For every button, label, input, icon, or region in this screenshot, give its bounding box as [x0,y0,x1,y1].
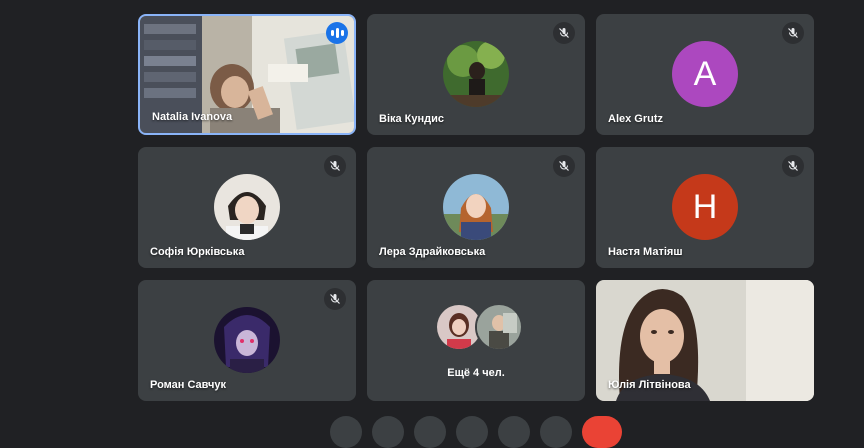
participant-name: Юлія Літвінова [608,379,691,391]
mic-off-icon [324,155,346,177]
participant-tile-lera[interactable]: Лера Здрайковська [367,147,585,268]
participant-tile-roman[interactable]: Роман Савчук [138,280,356,401]
participant-name: Софія Юрківська [150,246,245,258]
more-participants-label: Ещё 4 чел. [447,367,505,379]
mic-off-icon [553,22,575,44]
participant-tile-sofia[interactable]: Софія Юрківська [138,147,356,268]
participant-tile-nastia[interactable]: H Настя Матіяш [596,147,814,268]
more-participants-tile[interactable]: Ещё 4 чел. [367,280,585,401]
participant-name: Настя Матіяш [608,246,683,258]
avatar [443,41,509,107]
avatar [475,303,523,351]
control-button[interactable] [414,416,446,448]
control-button[interactable] [540,416,572,448]
avatar [443,174,509,240]
control-button[interactable] [372,416,404,448]
end-call-button[interactable] [582,416,622,448]
mic-off-icon [782,22,804,44]
participant-name: Роман Савчук [150,379,226,391]
avatar: A [672,41,738,107]
participant-name: Віка Кундис [379,113,445,125]
control-button[interactable] [456,416,488,448]
avatar [214,307,280,373]
more-avatars [435,303,523,351]
participant-tile-vika[interactable]: Віка Кундис [367,14,585,135]
mic-off-icon [782,155,804,177]
audio-level-icon [326,22,348,44]
participant-name: Лера Здрайковська [379,246,486,258]
control-button[interactable] [330,416,362,448]
participant-name: Natalia Ivanova [152,111,233,123]
participant-name: Alex Grutz [608,113,664,125]
avatar [214,174,280,240]
mic-off-icon [324,288,346,310]
participant-tile-natalia-ivanova[interactable]: Natalia Ivanova [138,14,356,135]
control-button[interactable] [498,416,530,448]
avatar: H [672,174,738,240]
participant-tile-yulia[interactable]: Юлія Літвінова [596,280,814,401]
participant-tile-alex-grutz[interactable]: A Alex Grutz [596,14,814,135]
mic-off-icon [553,155,575,177]
